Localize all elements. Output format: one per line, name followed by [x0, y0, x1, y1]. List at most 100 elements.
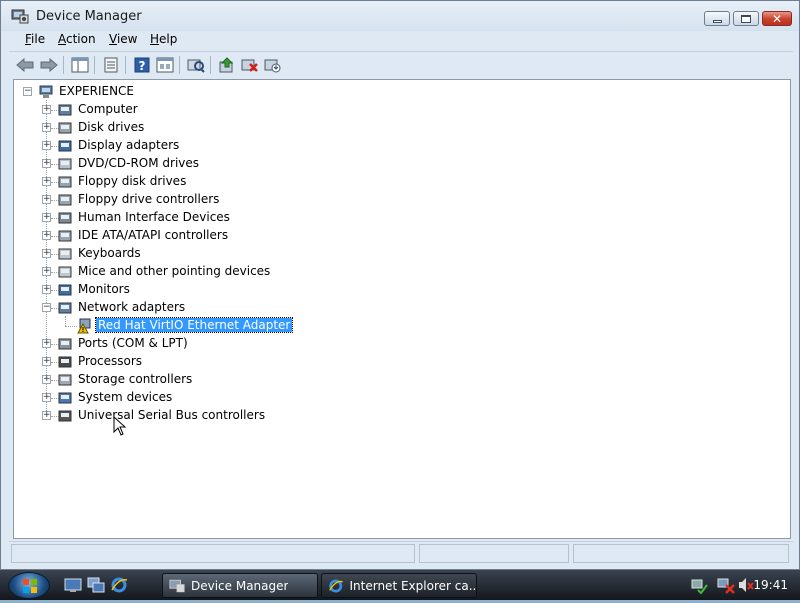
tree-item-ide-ata-atapi-controllers[interactable]: + IDE ATA/ATAPI controllers: [14, 227, 514, 245]
expand-icon[interactable]: +: [42, 249, 51, 258]
status-pane: [11, 544, 415, 563]
internet-explorer-icon[interactable]: [110, 576, 128, 594]
tree-item-display-adapters[interactable]: + Display adapters: [14, 137, 514, 155]
menu-help[interactable]: Help: [150, 32, 177, 46]
expand-icon[interactable]: +: [42, 339, 51, 348]
tree-item-label: Keyboards: [78, 246, 141, 260]
expand-icon[interactable]: +: [42, 285, 51, 294]
tree-item-disk-drives[interactable]: + Disk drives: [14, 119, 514, 137]
close-button[interactable]: ✕: [762, 11, 792, 26]
tree-item-floppy-drive-controllers[interactable]: + Floppy drive controllers: [14, 191, 514, 209]
tree-item-dvd-cd-rom-drives[interactable]: + DVD/CD-ROM drives: [14, 155, 514, 173]
window-title: Device Manager: [36, 9, 142, 24]
expand-icon[interactable]: +: [42, 141, 51, 150]
computer-root-icon: [39, 85, 53, 98]
safely-remove-hardware-icon[interactable]: [690, 576, 708, 594]
tree-item-universal-serial-bus-controllers[interactable]: + Universal Serial Bus controllers: [14, 407, 514, 425]
expand-icon[interactable]: +: [42, 195, 51, 204]
expand-icon[interactable]: +: [42, 159, 51, 168]
minimize-button[interactable]: [704, 11, 730, 26]
tree-item-processors[interactable]: + Processors: [14, 353, 514, 371]
tree-child-row[interactable]: Red Hat VirtIO Ethernet Adapter: [14, 317, 514, 335]
tree-item-human-interface-devices[interactable]: + Human Interface Devices: [14, 209, 514, 227]
update-driver-button[interactable]: [217, 55, 237, 75]
device-manager-window: Device Manager ✕ File Action View Help ?: [0, 0, 800, 570]
clock[interactable]: 19:41: [753, 578, 788, 592]
menu-file[interactable]: File: [25, 32, 45, 46]
tree-item-label: DVD/CD-ROM drives: [78, 156, 200, 170]
volume-muted-icon[interactable]: [737, 576, 755, 594]
collapse-icon[interactable]: −: [42, 303, 51, 312]
tree-item-system-devices[interactable]: + System devices: [14, 389, 514, 407]
mice-and-other-pointing-devices-icon: [58, 266, 72, 278]
show-desktop-icon[interactable]: [64, 576, 82, 594]
menu-view[interactable]: View: [109, 32, 137, 46]
back-icon: [16, 58, 34, 72]
start-button[interactable]: [8, 572, 50, 599]
help-button[interactable]: ?: [132, 55, 152, 75]
help-icon: ?: [134, 57, 150, 73]
taskbar-device-manager[interactable]: Device Manager: [162, 573, 318, 598]
expand-icon[interactable]: +: [42, 375, 51, 384]
toolbar-separator: [125, 56, 126, 74]
tree-item-storage-controllers[interactable]: + Storage controllers: [14, 371, 514, 389]
taskbar-internet-explorer[interactable]: Internet Explorer ca...: [321, 573, 477, 598]
back-button[interactable]: [15, 55, 35, 75]
expand-icon[interactable]: +: [42, 123, 51, 132]
tree-item-label: Universal Serial Bus controllers: [78, 408, 266, 422]
scan-hardware-button[interactable]: [186, 55, 206, 75]
device-tree-pane[interactable]: − EXPERIENCE + Computer + Disk drives + Displ…: [13, 79, 791, 539]
switch-windows-icon[interactable]: [87, 576, 105, 594]
keyboards-icon: [58, 248, 72, 260]
expand-icon[interactable]: +: [42, 267, 51, 276]
properties-button[interactable]: [101, 55, 121, 75]
tree-item-computer[interactable]: + Computer: [14, 101, 514, 119]
tree-item-label: Human Interface Devices: [78, 210, 230, 224]
tree-item-floppy-disk-drives[interactable]: + Floppy disk drives: [14, 173, 514, 191]
expand-icon[interactable]: +: [42, 393, 51, 402]
uninstall-icon: [241, 59, 258, 72]
status-bar: [9, 541, 793, 565]
expand-icon[interactable]: +: [42, 177, 51, 186]
collapse-icon[interactable]: −: [23, 87, 32, 96]
title-bar[interactable]: Device Manager ✕: [1, 1, 799, 31]
disable-button[interactable]: [263, 55, 283, 75]
tree-item-monitors[interactable]: + Monitors: [14, 281, 514, 299]
tree-item-label: Floppy drive controllers: [78, 192, 220, 206]
tree-item-label: System devices: [78, 390, 173, 404]
processors-icon: [58, 356, 72, 368]
expand-icon[interactable]: +: [42, 105, 51, 114]
close-icon: ✕: [771, 11, 783, 26]
menu-action[interactable]: Action: [58, 32, 96, 46]
tree-root-row[interactable]: − EXPERIENCE: [14, 83, 514, 101]
taskbar: Device Manager Internet Explorer ca... 1…: [0, 570, 800, 600]
device-manager-icon: [11, 9, 29, 24]
tree-item-mice-and-other-pointing-devices[interactable]: + Mice and other pointing devices: [14, 263, 514, 281]
expand-icon[interactable]: +: [42, 213, 51, 222]
uninstall-button[interactable]: [240, 55, 260, 75]
maximize-button[interactable]: [733, 11, 759, 26]
tree-item-keyboards[interactable]: + Keyboards: [14, 245, 514, 263]
status-pane: [573, 544, 789, 563]
show-hide-console-tree-button[interactable]: [70, 55, 90, 75]
monitors-icon: [58, 284, 72, 296]
expand-icon[interactable]: +: [42, 411, 51, 420]
tree-item-label: Monitors: [78, 282, 130, 296]
expand-icon[interactable]: +: [42, 231, 51, 240]
menu-accelerator: V: [109, 32, 117, 46]
network-disconnected-icon[interactable]: [717, 576, 735, 594]
mouse-cursor-icon: [113, 416, 127, 436]
device-manager-icon: [169, 579, 185, 592]
expand-icon[interactable]: +: [42, 357, 51, 366]
properties-view-button[interactable]: [155, 55, 175, 75]
dvd-cd-rom-drives-icon: [58, 158, 72, 170]
status-pane: [419, 544, 569, 563]
tree-item-label: Network adapters: [78, 300, 186, 314]
floppy-drive-controllers-icon: [58, 194, 72, 206]
tree-item-ports-com-lpt[interactable]: + Ports (COM & LPT): [14, 335, 514, 353]
taskbar-label: Device Manager: [191, 578, 289, 593]
forward-button[interactable]: [39, 55, 59, 75]
show-hide-console-tree-icon: [71, 57, 89, 73]
tree-item-network-adapters[interactable]: − Network adapters: [14, 299, 514, 317]
tree-item-label: Ports (COM & LPT): [78, 336, 188, 350]
